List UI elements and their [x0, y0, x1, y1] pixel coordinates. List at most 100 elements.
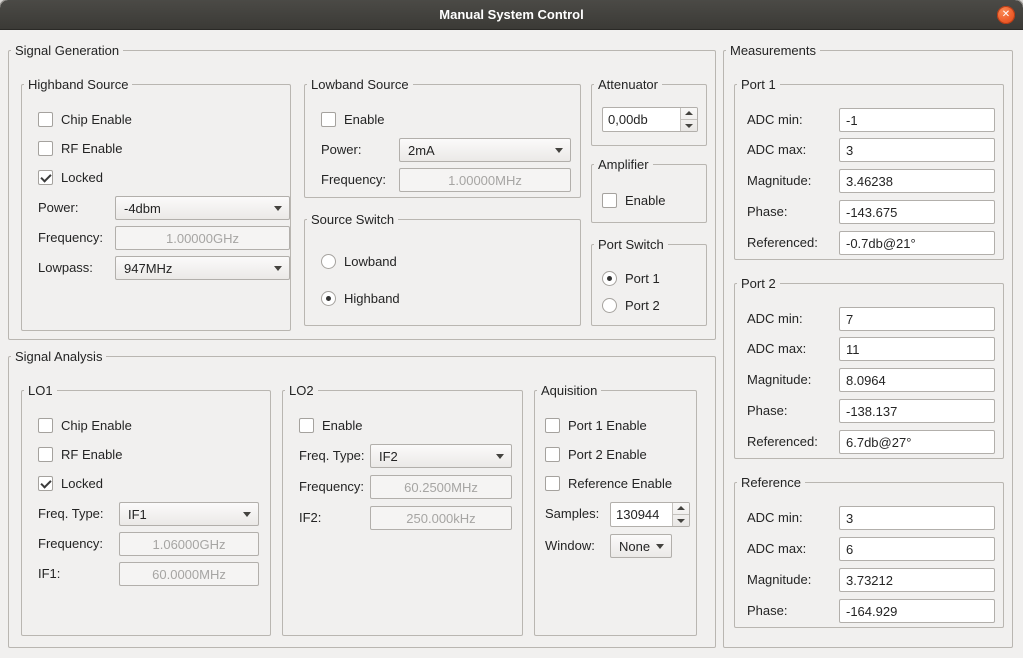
highband-source-group: Highband Source Chip Enable RF Enable Lo…	[21, 84, 291, 331]
highband-power-select[interactable]: -4dbm	[115, 196, 290, 220]
chevron-down-icon	[496, 454, 504, 459]
reference-magnitude-label: Magnitude:	[747, 572, 811, 588]
lo1-locked-checkbox[interactable]: Locked	[38, 475, 103, 491]
lo1-if1-input	[119, 562, 259, 586]
reference-magnitude-input[interactable]	[839, 568, 995, 592]
port2-phase-label: Phase:	[747, 403, 787, 419]
port2-magnitude-input[interactable]	[839, 368, 995, 392]
signal-analysis-group: Signal Analysis LO1 Chip Enable RF Enabl…	[8, 356, 716, 648]
lo2-freq-type-select[interactable]: IF2	[370, 444, 512, 468]
aquisition-samples-input[interactable]	[611, 503, 672, 526]
highband-locked-checkbox[interactable]: Locked	[38, 169, 103, 185]
checkbox-icon	[321, 112, 336, 127]
port2-adc-min-label: ADC min:	[747, 311, 803, 327]
reference-adc-max-input[interactable]	[839, 537, 995, 561]
port1-magnitude-label: Magnitude:	[747, 173, 811, 189]
measurements-group: Measurements Port 1 ADC min: ADC max: Ma…	[723, 50, 1013, 648]
port1-phase-input[interactable]	[839, 200, 995, 224]
lo1-frequency-label: Frequency:	[38, 536, 103, 552]
spin-down-button[interactable]	[681, 119, 697, 131]
port2-adc-min-input[interactable]	[839, 307, 995, 331]
lowband-source-title: Lowband Source	[307, 76, 413, 93]
reference-adc-min-input[interactable]	[839, 506, 995, 530]
lo1-freq-type-select[interactable]: IF1	[119, 502, 259, 526]
lowband-frequency-label: Frequency:	[321, 172, 386, 188]
arrow-up-icon	[685, 111, 693, 115]
port-switch-port1-radio[interactable]: Port 1	[602, 270, 660, 286]
radio-dot-icon	[602, 271, 617, 286]
lo2-enable-label: Enable	[322, 418, 362, 433]
port1-title: Port 1	[737, 76, 780, 93]
reference-adc-min-label: ADC min:	[747, 510, 803, 526]
chevron-down-icon	[555, 148, 563, 153]
port-switch-port2-radio[interactable]: Port 2	[602, 297, 660, 313]
port2-referenced-label: Referenced:	[747, 434, 818, 450]
lo2-freq-type-value: IF2	[379, 449, 398, 464]
aquisition-reference-enable-label: Reference Enable	[568, 476, 672, 491]
lo2-if2-input	[370, 506, 512, 530]
port1-adc-min-label: ADC min:	[747, 112, 803, 128]
chevron-down-icon	[243, 512, 251, 517]
manual-system-control-window: Manual System Control ✕ Signal Generatio…	[0, 0, 1023, 658]
attenuator-spinbox[interactable]	[602, 107, 698, 132]
port2-adc-max-label: ADC max:	[747, 341, 806, 357]
lowband-power-select[interactable]: 2mA	[399, 138, 571, 162]
aquisition-window-select[interactable]: None	[610, 534, 672, 558]
highband-lowpass-select[interactable]: 947MHz	[115, 256, 290, 280]
highband-power-label: Power:	[38, 200, 78, 216]
lo2-group: LO2 Enable Freq. Type: IF2 Frequency: IF…	[282, 390, 523, 636]
aquisition-samples-label: Samples:	[545, 506, 599, 522]
amplifier-enable-checkbox[interactable]: Enable	[602, 192, 665, 208]
aquisition-samples-spinbox[interactable]	[610, 502, 690, 527]
signal-analysis-title: Signal Analysis	[11, 348, 106, 365]
close-icon[interactable]: ✕	[997, 6, 1015, 24]
port-switch-group: Port Switch Port 1 Port 2	[591, 244, 707, 326]
lo2-enable-checkbox[interactable]: Enable	[299, 417, 362, 433]
measurements-reference-group: Reference ADC min: ADC max: Magnitude: P…	[734, 482, 1004, 628]
amplifier-title: Amplifier	[594, 156, 653, 173]
checkbox-icon	[545, 476, 560, 491]
source-switch-lowband-radio[interactable]: Lowband	[321, 253, 397, 269]
highband-lowpass-value: 947MHz	[124, 261, 172, 276]
window-title: Manual System Control	[439, 7, 583, 22]
spin-down-button[interactable]	[673, 514, 689, 526]
reference-phase-input[interactable]	[839, 599, 995, 623]
port1-adc-min-input[interactable]	[839, 108, 995, 132]
source-switch-group: Source Switch Lowband Highband	[304, 219, 581, 326]
spinner-buttons	[680, 108, 697, 131]
aquisition-reference-enable-checkbox[interactable]: Reference Enable	[545, 475, 672, 491]
port1-referenced-input[interactable]	[839, 231, 995, 255]
lowband-source-group: Lowband Source Enable Power: 2mA Frequen…	[304, 84, 581, 198]
checkmark-icon	[38, 476, 53, 491]
highband-rf-enable-checkbox[interactable]: RF Enable	[38, 140, 122, 156]
attenuator-value-input[interactable]	[603, 108, 680, 131]
port1-magnitude-input[interactable]	[839, 169, 995, 193]
spin-up-button[interactable]	[681, 108, 697, 119]
port2-adc-max-input[interactable]	[839, 337, 995, 361]
titlebar[interactable]: Manual System Control ✕	[0, 0, 1023, 30]
chevron-down-icon	[274, 206, 282, 211]
highband-chip-enable-label: Chip Enable	[61, 112, 132, 127]
aquisition-port1-enable-label: Port 1 Enable	[568, 418, 647, 433]
reference-title: Reference	[737, 474, 805, 491]
highband-rf-enable-label: RF Enable	[61, 141, 122, 156]
source-switch-highband-label: Highband	[344, 291, 400, 306]
port-switch-port1-label: Port 1	[625, 271, 660, 286]
port2-referenced-input[interactable]	[839, 430, 995, 454]
highband-power-value: -4dbm	[124, 201, 161, 216]
spin-up-button[interactable]	[673, 503, 689, 514]
port1-adc-max-input[interactable]	[839, 138, 995, 162]
lo1-rf-enable-label: RF Enable	[61, 447, 122, 462]
lo1-rf-enable-checkbox[interactable]: RF Enable	[38, 446, 122, 462]
spinner-buttons	[672, 503, 689, 526]
port2-phase-input[interactable]	[839, 399, 995, 423]
lo1-locked-label: Locked	[61, 476, 103, 491]
lo1-chip-enable-checkbox[interactable]: Chip Enable	[38, 417, 132, 433]
lowband-enable-checkbox[interactable]: Enable	[321, 111, 384, 127]
aquisition-port1-enable-checkbox[interactable]: Port 1 Enable	[545, 417, 647, 433]
amplifier-enable-label: Enable	[625, 193, 665, 208]
chevron-down-icon	[274, 266, 282, 271]
highband-chip-enable-checkbox[interactable]: Chip Enable	[38, 111, 132, 127]
aquisition-port2-enable-checkbox[interactable]: Port 2 Enable	[545, 446, 647, 462]
source-switch-highband-radio[interactable]: Highband	[321, 290, 400, 306]
